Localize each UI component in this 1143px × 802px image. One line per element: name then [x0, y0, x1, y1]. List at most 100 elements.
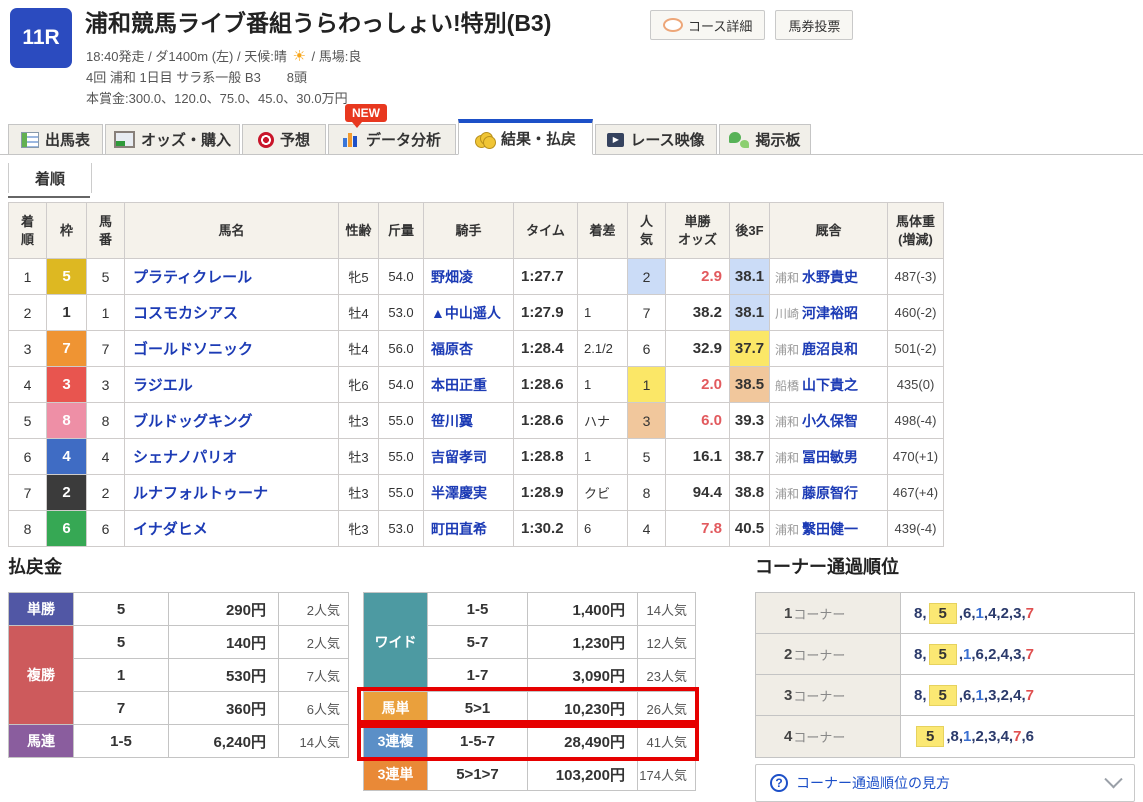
trainer-link[interactable]: 鹿沼良和: [802, 341, 858, 357]
jockey-cell: 福原杏: [424, 331, 514, 367]
race-conditions: 18:40発走 / ダ1400m (左) / 天候:晴 ☀ / 馬場:良: [86, 46, 361, 65]
corner-order: 8,5,1,6,2,4,3,7: [901, 634, 1134, 674]
bet-type-単勝: 単勝: [9, 593, 74, 626]
jockey-link[interactable]: ▲中山遥人: [431, 305, 501, 321]
horse-name-link[interactable]: コスモカシアス: [133, 305, 238, 322]
body-weight: 439(-4): [888, 511, 944, 547]
finish-time: 1:28.4: [514, 331, 578, 367]
trainer-link[interactable]: 山下貴之: [802, 377, 858, 393]
course-detail-button[interactable]: コース詳細: [650, 10, 765, 40]
body-weight: 435(0): [888, 367, 944, 403]
tab-オッズ・購入[interactable]: オッズ・購入: [105, 124, 240, 155]
margin: ハナ: [578, 403, 628, 439]
result-row: 866イナダヒメ牝353.0町田直希1:30.2647.840.5浦和繫田健一4…: [9, 511, 944, 547]
course-track-icon: [663, 18, 683, 32]
horse-name-cell: ブルドッグキング: [125, 403, 339, 439]
corner-help-bar[interactable]: ? コーナー通過順位の見方: [755, 764, 1135, 802]
horse-number-8: 8: [914, 687, 922, 704]
horse-number-5: 5: [929, 603, 957, 624]
betting-label: 馬券投票: [788, 16, 840, 35]
payout-popularity: 6人気: [279, 692, 349, 725]
payout-row: 複勝5140円2人気: [9, 626, 349, 659]
horse-name-link[interactable]: ゴールドソニック: [133, 341, 253, 358]
horse-name-link[interactable]: ラジエル: [133, 377, 193, 394]
tab-出馬表[interactable]: 出馬表: [8, 124, 103, 155]
horse-name-link[interactable]: ルナフォルトゥーナ: [133, 485, 268, 502]
finish-time: 1:27.7: [514, 259, 578, 295]
stable-cell: 浦和冨田敏男: [770, 439, 888, 475]
chevron-down-icon[interactable]: [1104, 770, 1122, 788]
result-row: 155プラティクレール牝554.0野畑凌1:27.722.938.1浦和水野貴史…: [9, 259, 944, 295]
payout-amount: 6,240円: [169, 725, 279, 758]
column-header: 馬体重 (増減): [888, 203, 944, 259]
corner-label: 1コーナー: [756, 593, 901, 633]
result-row: 377ゴールドソニック牡456.0福原杏1:28.42.1/2632.937.7…: [9, 331, 944, 367]
payout-combination: 1-7: [428, 659, 528, 692]
betting-button[interactable]: 馬券投票: [775, 10, 853, 40]
tab-label: 掲示板: [755, 129, 800, 150]
column-header: 馬名: [125, 203, 339, 259]
horse-number-8: 8: [951, 728, 959, 745]
jockey-link[interactable]: 吉留孝司: [431, 449, 487, 465]
sun-icon: ☀: [292, 47, 305, 65]
payout-popularity: 41人気: [638, 725, 696, 758]
tab-予想[interactable]: 予想: [242, 124, 326, 155]
payout-amount: 290円: [169, 593, 279, 626]
margin: 2.1/2: [578, 331, 628, 367]
margin: 1: [578, 439, 628, 475]
trainer-link[interactable]: 小久保智: [802, 413, 858, 429]
carried-weight: 54.0: [379, 259, 424, 295]
finish-time: 1:28.9: [514, 475, 578, 511]
jockey-link[interactable]: 町田直希: [431, 521, 487, 537]
tab-レース映像[interactable]: ▶レース映像: [595, 124, 717, 155]
payout-row: 馬単5>110,230円26人気: [364, 692, 696, 725]
monitor-icon: [114, 131, 135, 148]
column-header: 着 順: [9, 203, 47, 259]
tab-データ分析[interactable]: データ分析: [328, 124, 456, 155]
jockey-link[interactable]: 半澤慶実: [431, 485, 487, 501]
payout-table-left: 単勝5290円2人気複勝5140円2人気1530円7人気7360円6人気馬連1-…: [8, 592, 349, 758]
horse-name-cell: ゴールドソニック: [125, 331, 339, 367]
horse-number-7: 7: [1026, 687, 1034, 704]
race-conditions-text: 18:40発走 / ダ1400m (左) / 天候:晴: [86, 49, 287, 64]
horse-number-6: 6: [1026, 728, 1034, 745]
tab-結果・払戻[interactable]: 結果・払戻: [458, 119, 593, 155]
horse-name-link[interactable]: ブルドッグキング: [133, 413, 253, 430]
payout-row: 馬連1-56,240円14人気: [9, 725, 349, 758]
horse-number-4: 4: [1001, 646, 1009, 663]
stable-area: 浦和: [775, 487, 799, 501]
payout-combination: 1-5: [428, 593, 528, 626]
horse-number-1: 1: [963, 646, 971, 663]
trainer-link[interactable]: 藤原智行: [802, 485, 858, 501]
trainer-link[interactable]: 繫田健一: [802, 521, 858, 537]
corner-label: 2コーナー: [756, 634, 901, 674]
subtab-underline: [8, 196, 90, 198]
jockey-link[interactable]: 福原杏: [431, 341, 473, 357]
tab-掲示板[interactable]: 掲示板: [719, 124, 811, 155]
popularity: 2: [628, 259, 666, 295]
frame-number: 2: [47, 475, 87, 511]
last-3f: 38.1: [730, 259, 770, 295]
jockey-link[interactable]: 笹川翼: [431, 413, 473, 429]
horse-name-link[interactable]: シェナノパリオ: [133, 449, 237, 466]
trainer-link[interactable]: 水野貴史: [802, 269, 858, 285]
new-badge-pointer: [352, 122, 362, 128]
trainer-link[interactable]: 河津裕昭: [802, 305, 858, 321]
carried-weight: 54.0: [379, 367, 424, 403]
frame-number: 1: [47, 295, 87, 331]
track-condition-text: / 馬場:良: [312, 49, 362, 64]
frame-number: 4: [47, 439, 87, 475]
frame-number: 8: [47, 403, 87, 439]
trainer-link[interactable]: 冨田敏男: [802, 449, 858, 465]
frame-number: 6: [47, 511, 87, 547]
sex-age: 牝6: [339, 367, 379, 403]
race-prize-info: 本賞金:300.0、120.0、75.0、45.0、30.0万円: [86, 88, 348, 107]
subtab-chakujun[interactable]: 着順: [8, 163, 92, 193]
jockey-link[interactable]: 野畑凌: [431, 269, 473, 285]
stable-cell: 船橋山下貴之: [770, 367, 888, 403]
horse-name-link[interactable]: プラティクレール: [133, 269, 252, 286]
payout-combination: 5: [74, 626, 169, 659]
jockey-link[interactable]: 本田正重: [431, 377, 487, 393]
horse-name-link[interactable]: イナダヒメ: [133, 521, 208, 538]
payout-popularity: 174人気: [638, 758, 696, 791]
